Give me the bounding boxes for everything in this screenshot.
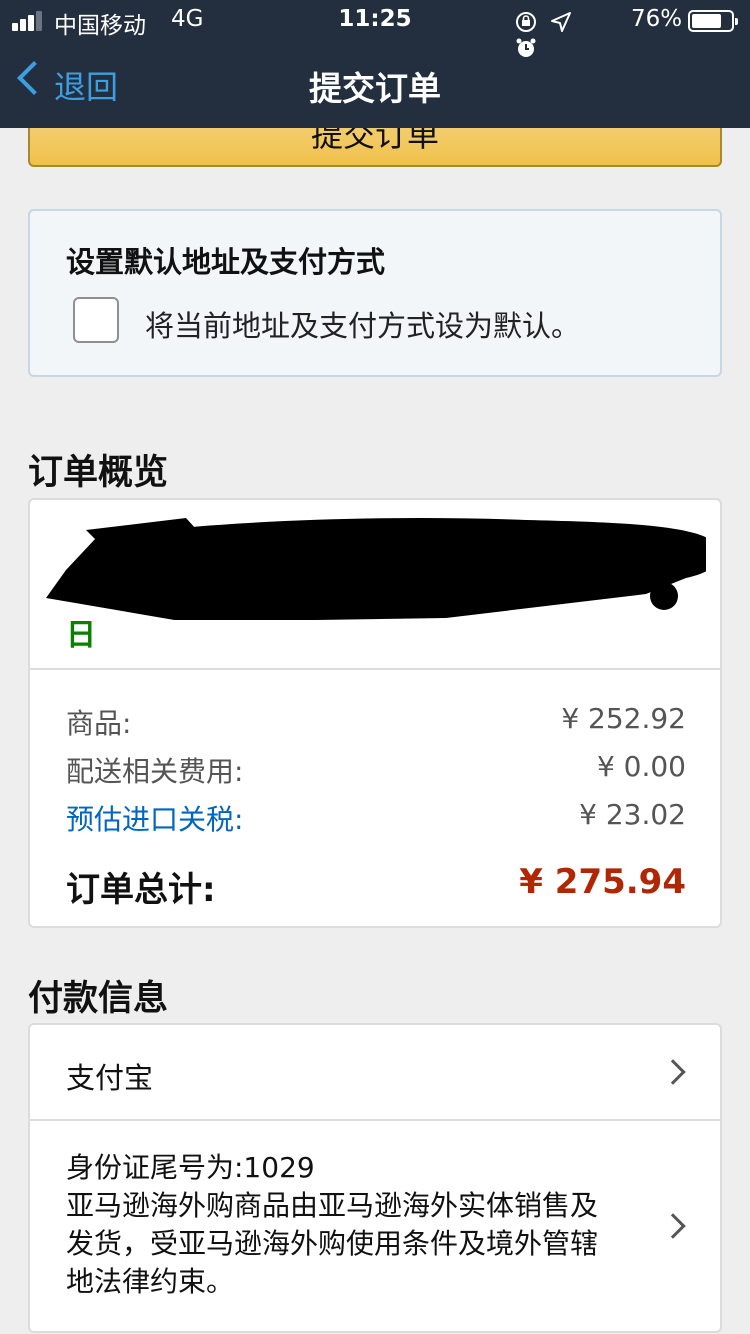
import-duty-value: ¥ 23.02	[579, 798, 686, 831]
battery-percent: 76%	[631, 6, 683, 32]
shipping-label: 配送相关费用:	[66, 755, 244, 788]
set-default-label: 将当前地址及支付方式设为默认。	[145, 309, 581, 343]
terms-line-1: 亚马逊海外购商品由亚马逊海外实体销售及	[66, 1189, 599, 1222]
payment-method-label: 支付宝	[66, 1061, 154, 1095]
alarm-icon	[514, 36, 538, 60]
header: 中国移动 4G 11:25 76% 退回 提交订单	[0, 0, 750, 128]
order-total-label: 订单总计:	[66, 870, 216, 910]
terms-line-3: 地法律约束。	[66, 1265, 235, 1298]
chevron-right-icon	[660, 1213, 686, 1239]
terms-line-2: 发货，受亚马逊海外购使用条件及境外管辖	[66, 1227, 599, 1260]
id-number-line: 身份证尾号为:1029	[66, 1151, 315, 1184]
order-total-value: ¥ 275.94	[519, 862, 686, 902]
payment-method-row[interactable]: 支付宝	[30, 1025, 720, 1119]
status-icons	[510, 8, 600, 57]
set-default-checkbox[interactable]	[73, 297, 119, 343]
redaction-mark	[46, 518, 706, 620]
battery-icon	[688, 10, 738, 32]
order-summary-title: 订单概览	[28, 453, 169, 493]
default-setting-title: 设置默认地址及支付方式	[66, 245, 386, 279]
shipping-value: ¥ 0.00	[596, 750, 686, 783]
payment-info-title: 付款信息	[28, 979, 169, 1019]
items-label: 商品:	[66, 707, 132, 740]
status-bar: 中国移动 4G 11:25 76%	[0, 0, 750, 57]
default-setting-box: 设置默认地址及支付方式 将当前地址及支付方式设为默认。	[28, 209, 722, 377]
chevron-right-icon	[660, 1059, 686, 1085]
import-duty-link[interactable]: 预估进口关税:	[66, 798, 243, 838]
page-title: 提交订单	[309, 69, 441, 108]
location-icon	[549, 10, 573, 34]
customs-info-text: 身份证尾号为:1029 亚马逊海外购商品由亚马逊海外实体销售及 发货，受亚马逊海…	[66, 1149, 646, 1301]
rotation-lock-icon	[514, 10, 538, 34]
delivery-info: 日	[30, 500, 720, 670]
items-value: ¥ 252.92	[561, 702, 686, 735]
order-summary-card: 日 商品: ¥ 252.92 配送相关费用: ¥ 0.00 预估进口关税: ¥ …	[28, 498, 722, 928]
customs-info-row[interactable]: 身份证尾号为:1029 亚马逊海外购商品由亚马逊海外实体销售及 发货，受亚马逊海…	[30, 1119, 720, 1331]
payment-card: 支付宝 身份证尾号为:1029 亚马逊海外购商品由亚马逊海外实体销售及 发货，受…	[28, 1023, 722, 1333]
